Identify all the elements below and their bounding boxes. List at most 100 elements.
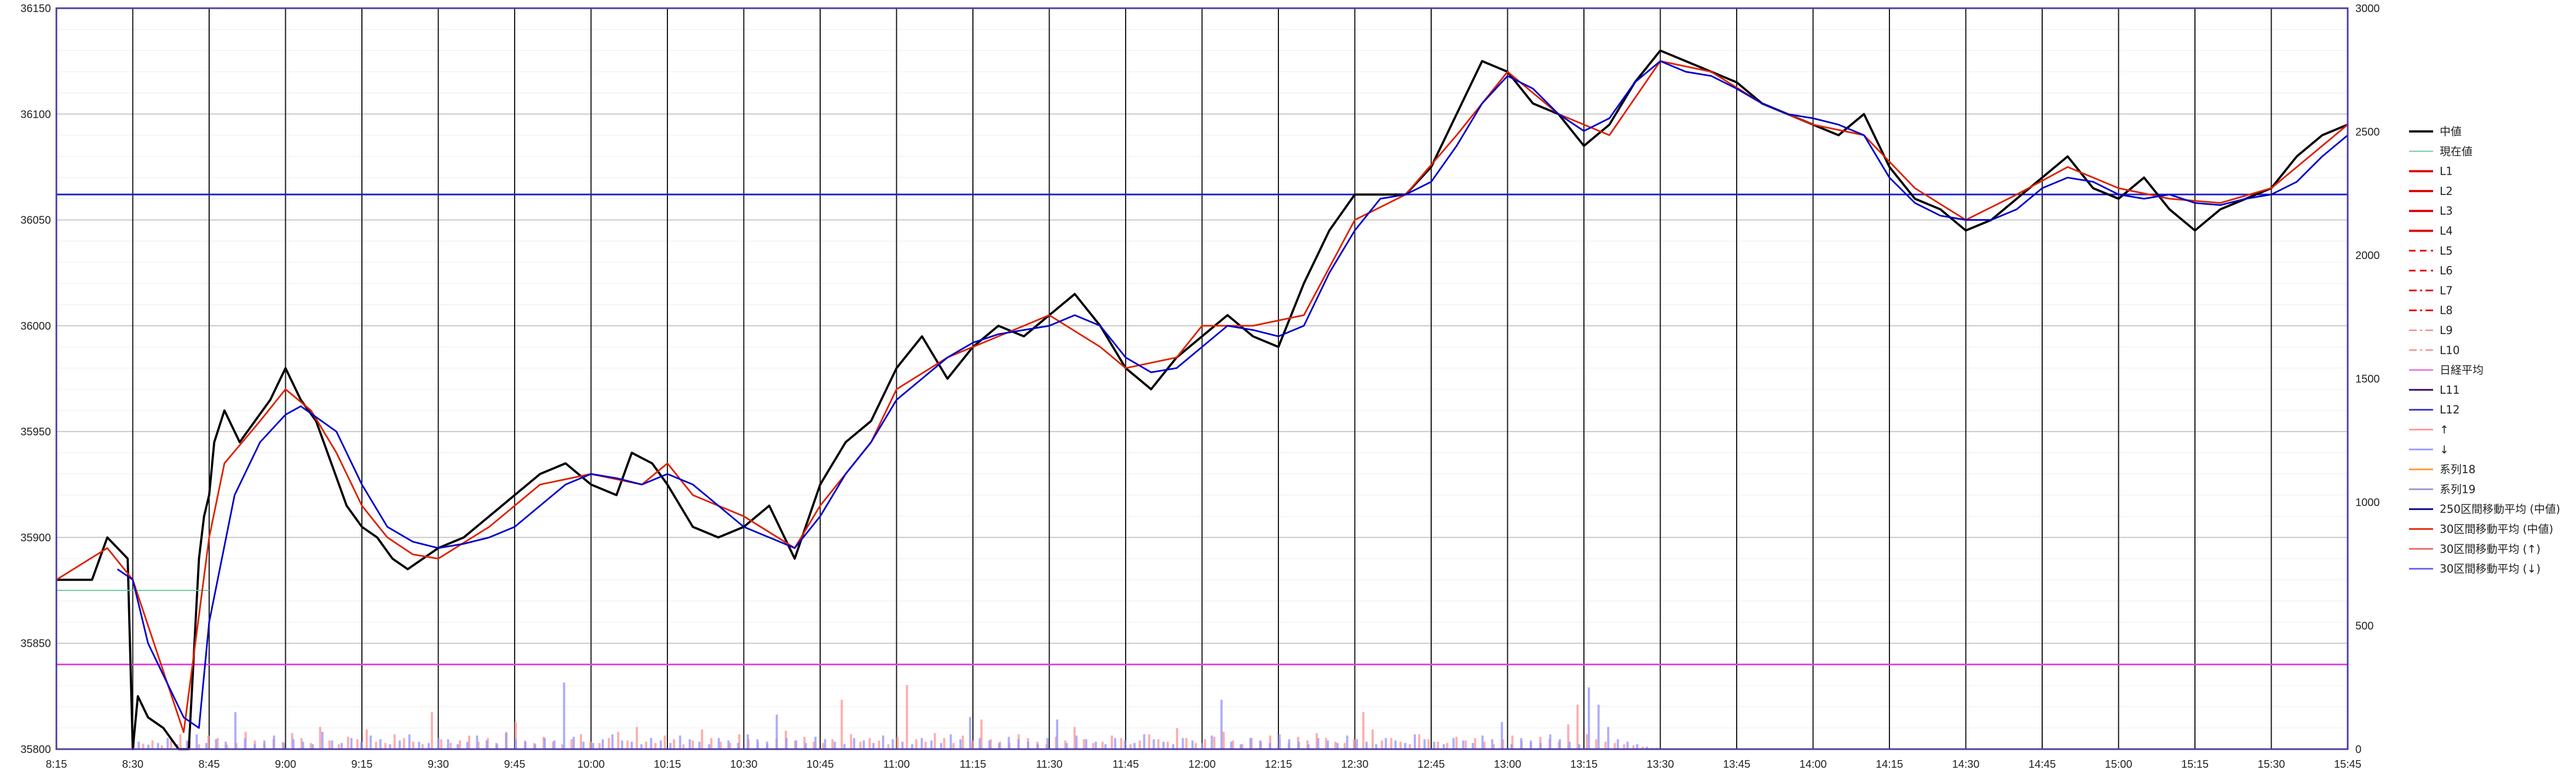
volume-bar — [379, 739, 382, 749]
x-tick-label: 10:15 — [654, 758, 681, 771]
volume-bar — [1586, 734, 1588, 749]
x-tick-label: 8:30 — [122, 758, 143, 771]
volume-bar — [1559, 739, 1561, 749]
y-right-tick-label: 1000 — [2355, 497, 2380, 509]
volume-bar — [621, 740, 624, 749]
volume-bar — [1194, 743, 1197, 749]
volume-bar — [1549, 734, 1552, 749]
volume-bar — [1539, 743, 1542, 749]
volume-bar — [1452, 738, 1455, 749]
y-right-tick-label: 3000 — [2355, 3, 2380, 15]
x-tick-label: 10:00 — [577, 758, 604, 771]
volume-bar — [795, 740, 798, 749]
legend-label: 30区間移動平均 (中値) — [2440, 522, 2553, 536]
volume-bar — [1143, 734, 1145, 749]
volume-bar — [273, 735, 275, 749]
volume-bar — [831, 739, 834, 749]
volume-bar — [1298, 741, 1300, 749]
y-left-tick-label: 35800 — [20, 744, 51, 756]
legend-label: 日経平均 — [2440, 364, 2483, 377]
volume-bar — [1082, 739, 1085, 749]
volume-bar — [920, 738, 923, 749]
x-tick-label: 15:00 — [2105, 758, 2132, 771]
legend-label: 系列18 — [2440, 463, 2475, 476]
volume-bar — [717, 738, 720, 749]
volume-bar — [321, 732, 324, 749]
volume-bar — [775, 714, 778, 749]
volume-bar — [1465, 740, 1467, 749]
x-tick-label: 9:45 — [504, 758, 526, 771]
volume-bar — [785, 738, 788, 749]
volume-bar — [878, 740, 880, 749]
legend-label: L3 — [2440, 204, 2453, 217]
volume-bar — [719, 741, 722, 749]
volume-bar — [901, 741, 904, 749]
volume-bar — [840, 699, 843, 749]
volume-bar — [207, 735, 210, 749]
volume-bar — [1065, 743, 1068, 749]
volume-bar — [384, 743, 387, 749]
volume-bar — [882, 735, 885, 749]
volume-bar — [959, 739, 962, 749]
volume-bar — [1626, 741, 1629, 749]
volume-bar — [1152, 739, 1155, 749]
volume-bar — [1371, 729, 1374, 749]
volume-bar — [1166, 741, 1169, 749]
volume-bar — [654, 743, 657, 749]
volume-bar — [872, 743, 875, 749]
volume-bar — [309, 743, 312, 749]
volume-bar — [205, 743, 208, 749]
legend-label: 30区間移動平均 (↑) — [2440, 542, 2540, 555]
y-left-tick-label: 36150 — [20, 3, 51, 15]
volume-bar — [1162, 741, 1165, 749]
volume-bar — [1356, 739, 1358, 749]
x-tick-label: 9:15 — [351, 758, 373, 771]
volume-bar — [437, 738, 440, 749]
legend-label: 系列19 — [2440, 482, 2475, 496]
volume-bar — [1427, 739, 1430, 749]
volume-bar — [402, 738, 405, 749]
volume-bar — [1474, 738, 1477, 749]
legend-label: L9 — [2440, 324, 2453, 337]
volume-bar — [988, 740, 991, 749]
volume-bar — [1056, 719, 1058, 749]
volume-bar — [1362, 712, 1365, 749]
x-tick-label: 10:45 — [806, 758, 834, 771]
volume-bar — [1576, 704, 1579, 749]
volume-bar — [679, 735, 682, 749]
volume-bar — [580, 734, 583, 749]
volume-bar — [1027, 741, 1029, 749]
volume-bar — [137, 741, 140, 749]
volume-bar — [859, 741, 862, 749]
volume-bar — [804, 743, 807, 749]
volume-bar — [1075, 735, 1078, 749]
volume-bar — [244, 738, 246, 749]
y-right-tick-label: 2500 — [2355, 127, 2380, 139]
volume-bar — [1418, 734, 1421, 749]
volume-bar — [430, 712, 433, 749]
volume-bar — [1185, 738, 1188, 749]
volume-bar — [408, 734, 411, 749]
volume-bar — [582, 741, 585, 749]
volume-bar — [891, 739, 894, 749]
volume-bar — [1399, 741, 1402, 749]
volume-bar — [1613, 743, 1616, 749]
volume-bar — [1520, 738, 1523, 749]
volume-bar — [570, 739, 573, 749]
volume-bar — [495, 743, 498, 749]
volume-bar — [698, 741, 701, 749]
x-tick-label: 13:30 — [1646, 758, 1674, 771]
volume-bar — [737, 743, 740, 749]
y-left-tick-label: 35850 — [20, 638, 51, 650]
y-right-tick-label: 1500 — [2355, 373, 2380, 386]
y-left-tick-label: 35950 — [20, 426, 51, 438]
volume-bar — [659, 740, 662, 749]
volume-bar — [1182, 738, 1184, 749]
volume-bar — [1568, 741, 1571, 749]
volume-bar — [1157, 739, 1160, 749]
volume-bar — [868, 738, 871, 749]
volume-bar — [1423, 739, 1426, 749]
legend-label: L12 — [2440, 403, 2460, 416]
volume-bar — [515, 739, 517, 749]
volume-bar — [365, 729, 368, 749]
